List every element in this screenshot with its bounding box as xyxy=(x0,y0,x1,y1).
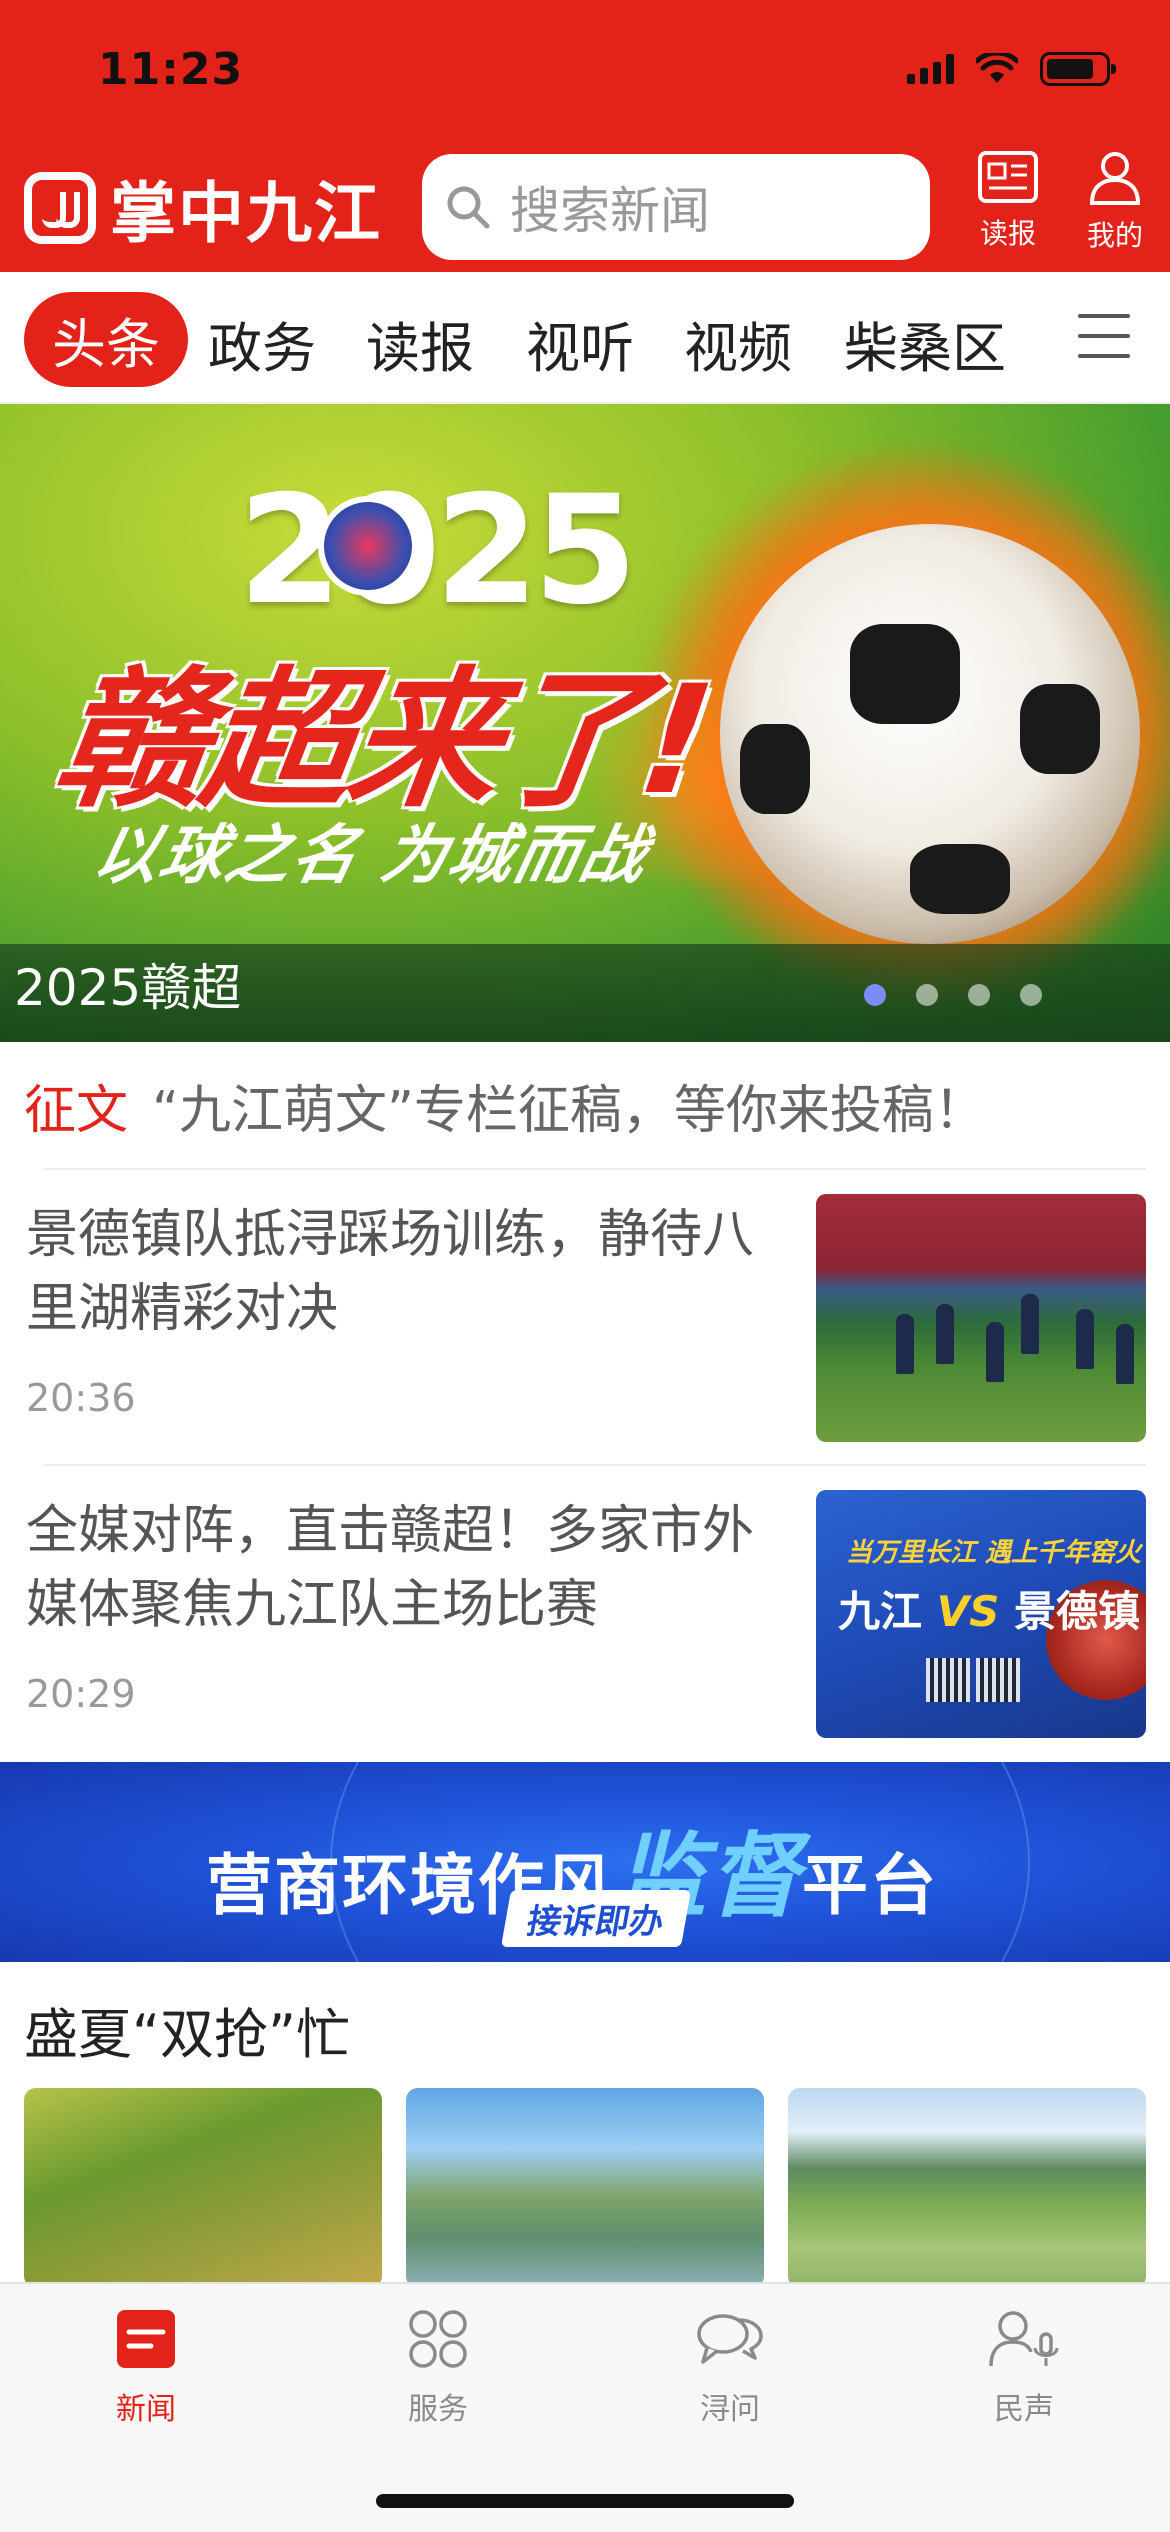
divider xyxy=(44,1464,1146,1466)
status-icons xyxy=(907,52,1116,86)
voice-user-icon xyxy=(989,2311,1059,2367)
bottom-tab-label: 民声 xyxy=(994,2392,1054,2427)
battery-icon xyxy=(1040,52,1116,86)
read-paper-button[interactable]: 读报 xyxy=(968,150,1048,252)
promo-banner[interactable]: 营商环境作风监督平台 接诉即办 xyxy=(0,1762,1170,1962)
newspaper-icon xyxy=(978,151,1038,203)
carousel-dot-active[interactable] xyxy=(864,984,886,1006)
search-input[interactable]: 搜索新闻 xyxy=(422,154,930,260)
news-thumbnail: 当万里长江 遇上千年窑火 九江 VS 景德镇 xyxy=(816,1490,1146,1738)
qr-code-icon xyxy=(926,1658,970,1702)
tab-chaisang-district[interactable]: 柴桑区 xyxy=(844,304,1006,383)
poster-team-b: 景德镇 xyxy=(1014,1587,1141,1636)
bottom-tab-xunwen[interactable]: 浔问 xyxy=(650,2308,810,2428)
menu-icon[interactable] xyxy=(1078,314,1130,358)
app-logo: 掌中九江 xyxy=(24,160,382,256)
hero-banner[interactable]: 2025 赣超来了! 以球之名 为城而战 2025赣超 xyxy=(0,404,1170,1042)
category-tabs: 头条 政务 读报 视听 视频 柴桑区 xyxy=(0,272,1170,404)
read-paper-label: 读报 xyxy=(979,217,1036,250)
tab-audio-visual[interactable]: 视听 xyxy=(526,304,634,383)
my-profile-button[interactable]: 我的 xyxy=(1075,150,1155,254)
news-title: 景德镇队抵浔踩场训练，静待八里湖精彩对决 xyxy=(26,1205,755,1339)
tab-video[interactable]: 视频 xyxy=(684,304,792,383)
tab-government[interactable]: 政务 xyxy=(208,304,316,383)
tab-read-paper[interactable]: 读报 xyxy=(366,304,474,383)
ganchao-emblem-icon xyxy=(318,496,418,596)
news-title: 全媒对阵，直击赣超！多家市外媒体聚焦九江队主场比赛 xyxy=(26,1501,755,1635)
carousel-dot[interactable] xyxy=(968,984,990,1006)
section-title: 盛夏“双抢”忙 xyxy=(24,2003,350,2066)
home-indicator xyxy=(376,2494,794,2508)
bottom-tab-label: 新闻 xyxy=(116,2392,176,2427)
news-thumbnail xyxy=(816,1194,1146,1442)
essay-text: “九江萌文”专栏征稿，等你来投稿！ xyxy=(152,1081,986,1141)
banner-caption: 2025赣超 xyxy=(14,959,242,1017)
poster-matchup: 九江 VS 景德镇 xyxy=(838,1578,1140,1639)
carousel-dots xyxy=(864,984,1042,1006)
app-header: 11:23 掌中九江 搜索新闻 读报 我的 xyxy=(0,0,1170,272)
bottom-tab-label: 服务 xyxy=(408,2392,468,2427)
bottom-tab-news[interactable]: 新闻 xyxy=(66,2308,226,2428)
banner-slogan: 以球之名 为城而战 xyxy=(86,819,655,893)
qr-code-icon xyxy=(976,1658,1020,1702)
news-item[interactable]: 景德镇队抵浔踩场训练，静待八里湖精彩对决 20:36 xyxy=(0,1190,1170,1454)
soccer-ball-image xyxy=(720,524,1140,944)
search-icon xyxy=(447,186,490,229)
divider xyxy=(44,1168,1146,1170)
bottom-tab-minsheng[interactable]: 民声 xyxy=(944,2308,1104,2428)
essay-call-item[interactable]: 征文 “九江萌文”专栏征稿，等你来投稿！ xyxy=(24,1068,986,1143)
news-icon xyxy=(117,2310,175,2368)
wifi-icon xyxy=(976,53,1018,83)
carousel-dot[interactable] xyxy=(916,984,938,1006)
logo-mark-icon xyxy=(24,172,96,244)
cellular-signal-icon xyxy=(907,54,954,84)
news-time: 20:29 xyxy=(26,1672,136,1716)
user-icon xyxy=(1089,152,1141,205)
carousel-dot[interactable] xyxy=(1020,984,1042,1006)
search-placeholder: 搜索新闻 xyxy=(510,182,710,240)
banner-year: 2025 xyxy=(238,464,637,638)
news-item[interactable]: 全媒对阵，直击赣超！多家市外媒体聚焦九江队主场比赛 20:29 当万里长江 遇上… xyxy=(0,1486,1170,1750)
poster-slogan: 当万里长江 遇上千年窑火 xyxy=(846,1538,1142,1568)
gallery-image[interactable] xyxy=(24,2088,382,2288)
essay-tag: 征文 xyxy=(24,1081,129,1141)
promo-subtitle: 接诉即办 xyxy=(500,1890,692,1947)
status-time: 11:23 xyxy=(98,44,244,95)
app-name: 掌中九江 xyxy=(110,175,382,252)
chat-bubbles-icon xyxy=(697,2314,763,2364)
news-time: 20:36 xyxy=(26,1376,136,1420)
my-profile-label: 我的 xyxy=(1086,219,1143,252)
poster-vs: VS xyxy=(936,1587,1000,1636)
bottom-tab-services[interactable]: 服务 xyxy=(358,2308,518,2428)
services-grid-icon xyxy=(409,2310,467,2368)
bottom-tab-bar: 新闻 服务 浔问 民声 xyxy=(0,2282,1170,2532)
tab-headlines[interactable]: 头条 xyxy=(24,292,188,387)
bottom-tab-label: 浔问 xyxy=(700,2392,760,2427)
poster-team-a: 九江 xyxy=(838,1587,923,1636)
gallery-image[interactable] xyxy=(788,2088,1146,2288)
gallery-image[interactable] xyxy=(406,2088,764,2288)
